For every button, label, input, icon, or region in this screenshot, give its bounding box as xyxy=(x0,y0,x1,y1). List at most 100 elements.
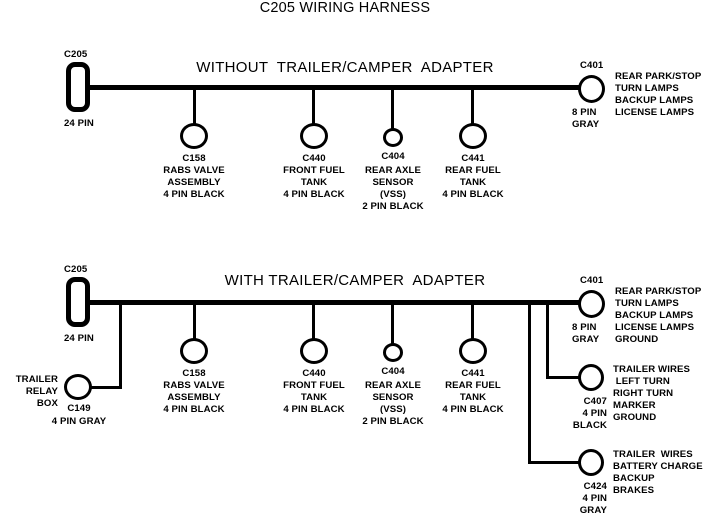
connector-c407-function-5: GROUND xyxy=(613,412,657,423)
connector-c441-top-name1: REAR FUEL xyxy=(445,165,501,176)
connector-c441-top-id: C441 xyxy=(461,153,485,164)
connector-c440-top-shape[interactable] xyxy=(300,123,328,149)
connector-c424-color: GRAY xyxy=(579,505,607,516)
connector-c440-top-spec: 4 PIN BLACK xyxy=(283,189,345,200)
drop-line-c158-top xyxy=(193,88,196,126)
drop-line-c441-top xyxy=(471,88,474,126)
connector-c440-bottom-name2: TANK xyxy=(300,392,328,403)
connector-c158-top-name2: ASSEMBLY xyxy=(167,177,221,188)
connector-c424-shape[interactable] xyxy=(578,449,604,476)
connector-c441-top-name2: TANK xyxy=(459,177,487,188)
connector-c441-top-spec: 4 PIN BLACK xyxy=(442,189,504,200)
connector-c401-bottom-id: C401 xyxy=(580,275,604,286)
section-heading-without: WITHOUT TRAILER/CAMPER ADAPTER xyxy=(196,59,494,76)
drop-line-c441-bottom xyxy=(471,303,474,341)
page-title: C205 WIRING HARNESS xyxy=(259,0,431,16)
connector-c407-function-2: LEFT TURN xyxy=(613,376,670,387)
connector-c149-shape[interactable] xyxy=(64,374,92,400)
connector-c404-bottom-id: C404 xyxy=(381,366,405,377)
connector-c407-pins: 4 PIN xyxy=(582,408,607,419)
connector-c158-bottom-spec: 4 PIN BLACK xyxy=(163,404,225,415)
connector-c424-function-1: TRAILER WIRES xyxy=(613,449,693,460)
connector-c404-bottom-shape[interactable] xyxy=(383,343,403,362)
connector-c407-function-3: RIGHT TURN xyxy=(613,388,674,399)
drop-line-c407 xyxy=(546,303,549,379)
connector-c205-bottom-shape[interactable] xyxy=(66,277,90,327)
connector-c401-top-color: GRAY xyxy=(572,119,600,130)
connector-c441-bottom-spec: 4 PIN BLACK xyxy=(442,404,504,415)
connector-c401-top-function-2: TURN LAMPS xyxy=(615,83,679,94)
connector-c158-top-spec: 4 PIN BLACK xyxy=(163,189,225,200)
connector-c401-top-function-3: BACKUP LAMPS xyxy=(615,95,694,106)
connector-c149-id: C149 xyxy=(67,403,91,414)
connector-c401-top-function-1: REAR PARK/STOP xyxy=(615,71,702,82)
connector-c404-top-id: C404 xyxy=(381,151,405,162)
connector-c404-bottom-name1: REAR AXLE xyxy=(365,380,421,391)
connector-c401-top-function-4: LICENSE LAMPS xyxy=(615,107,695,118)
drop-line-c440-top xyxy=(312,88,315,126)
connector-c401-bottom-function-2: TURN LAMPS xyxy=(615,298,679,309)
connector-c158-bottom-name1: RABS VALVE xyxy=(163,380,225,391)
connector-c401-bottom-function-4: LICENSE LAMPS xyxy=(615,322,695,333)
connector-c441-bottom-name1: REAR FUEL xyxy=(445,380,501,391)
connector-c424-function-4: BRAKES xyxy=(613,485,655,496)
connector-c158-bottom-id: C158 xyxy=(182,368,206,379)
connector-c407-function-1: TRAILER WIRES xyxy=(613,364,690,375)
connector-c441-bottom-name2: TANK xyxy=(459,392,487,403)
connector-c205-bottom-id: C205 xyxy=(64,264,88,275)
connector-c440-bottom-name1: FRONT FUEL xyxy=(283,380,345,391)
connector-c441-bottom-shape[interactable] xyxy=(459,338,487,364)
connector-c440-top-name2: TANK xyxy=(300,177,328,188)
connector-c401-bottom-function-3: BACKUP LAMPS xyxy=(615,310,694,321)
connector-c424-function-2: BATTERY CHARGE xyxy=(613,461,703,472)
connector-c158-top-shape[interactable] xyxy=(180,123,208,149)
connector-c205-top-shape[interactable] xyxy=(66,62,90,112)
section-heading-with: WITH TRAILER/CAMPER ADAPTER xyxy=(224,272,486,289)
main-bus-without xyxy=(88,85,586,90)
connector-c158-bottom-shape[interactable] xyxy=(180,338,208,364)
connector-c440-bottom-shape[interactable] xyxy=(300,338,328,364)
connector-c424-pins: 4 PIN xyxy=(582,493,607,504)
connector-c404-top-name1: REAR AXLE xyxy=(365,165,421,176)
connector-c404-top-name3: (VSS) xyxy=(379,189,407,200)
drop-line-c158-bottom xyxy=(193,303,196,341)
connector-c158-top-name1: RABS VALVE xyxy=(163,165,225,176)
connector-c440-bottom-id: C440 xyxy=(302,368,326,379)
connector-c401-top-shape[interactable] xyxy=(578,75,605,103)
connector-c401-bottom-shape[interactable] xyxy=(578,290,605,318)
connector-c401-top-id: C401 xyxy=(580,60,604,71)
branch-line-c407 xyxy=(546,376,582,379)
connector-c440-top-id: C440 xyxy=(302,153,326,164)
connector-c407-shape[interactable] xyxy=(578,364,604,391)
connector-c149-spec: 4 PIN GRAY xyxy=(51,416,107,427)
connector-c401-bottom-function-5: GROUND xyxy=(615,334,659,345)
drop-line-c404-bottom xyxy=(391,303,394,345)
connector-c424-id: C424 xyxy=(583,481,607,492)
connector-c158-bottom-name2: ASSEMBLY xyxy=(167,392,221,403)
connector-c407-function-4: MARKER xyxy=(613,400,656,411)
branch-line-c424 xyxy=(528,461,582,464)
drop-line-c440-bottom xyxy=(312,303,315,341)
connector-c441-top-shape[interactable] xyxy=(459,123,487,149)
connector-c440-bottom-spec: 4 PIN BLACK xyxy=(283,404,345,415)
drop-line-c149 xyxy=(119,303,122,389)
connector-c441-bottom-id: C441 xyxy=(461,368,485,379)
connector-c404-bottom-spec: 2 PIN BLACK xyxy=(362,416,424,427)
connector-c205-top-pins: 24 PIN xyxy=(64,118,94,129)
connector-c404-bottom-name3: (VSS) xyxy=(379,404,407,415)
connector-c404-top-name2: SENSOR xyxy=(372,177,414,188)
drop-line-c424 xyxy=(528,303,531,464)
connector-c440-top-name1: FRONT FUEL xyxy=(283,165,345,176)
connector-c404-bottom-name2: SENSOR xyxy=(372,392,414,403)
relay-box-name1: TRAILER xyxy=(15,374,58,385)
relay-box-name2: RELAY xyxy=(25,386,58,397)
connector-c401-bottom-function-1: REAR PARK/STOP xyxy=(615,286,702,297)
connector-c404-top-shape[interactable] xyxy=(383,128,403,147)
main-bus-with xyxy=(88,300,586,305)
branch-line-c149 xyxy=(90,386,121,389)
connector-c407-id: C407 xyxy=(583,396,607,407)
connector-c401-bottom-color: GRAY xyxy=(572,334,600,345)
connector-c401-bottom-pins: 8 PIN xyxy=(572,322,597,333)
connector-c205-top-id: C205 xyxy=(64,49,88,60)
connector-c407-color: BLACK xyxy=(572,420,607,431)
